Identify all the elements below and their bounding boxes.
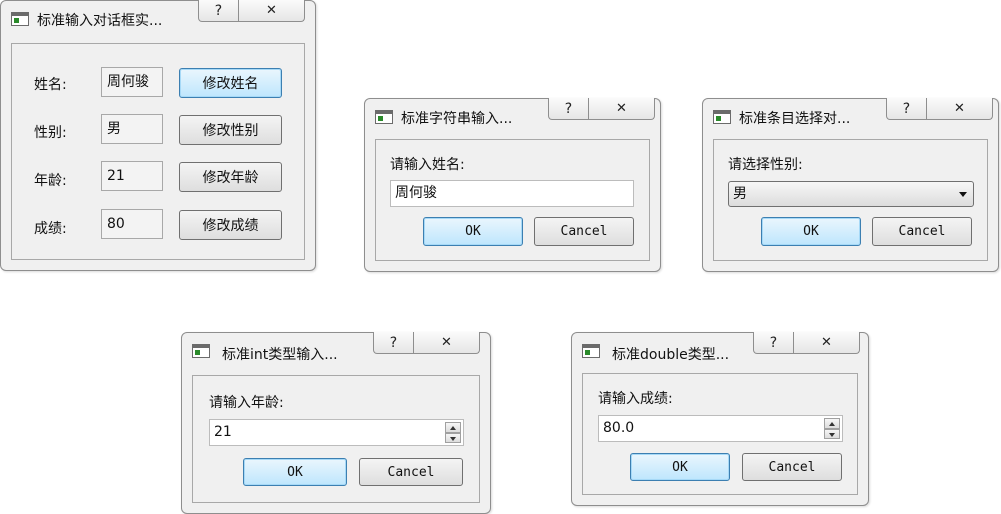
close-icon[interactable]: ✕ xyxy=(588,98,654,119)
app-window-icon xyxy=(713,110,731,124)
item-dialog-titlebar[interactable]: 标准条目选择对... ? ✕ xyxy=(703,98,998,135)
help-icon[interactable]: ? xyxy=(374,332,413,353)
gender-combobox-value: 男 xyxy=(733,186,747,202)
gender-combobox[interactable]: 男 xyxy=(728,181,974,207)
score-spinbox[interactable]: 80.0 xyxy=(598,415,843,442)
int-dialog-title: 标准int类型输入... xyxy=(222,347,338,363)
item-select-dialog: 标准条目选择对... ? ✕ 请选择性别: 男 OK Cancel xyxy=(702,98,999,272)
main-dialog-title-buttons: ? ✕ xyxy=(198,0,305,22)
gender-value: 男 xyxy=(101,114,163,144)
age-value: 21 xyxy=(101,161,163,191)
string-dialog-titlebar[interactable]: 标准字符串输入... ? ✕ xyxy=(365,98,660,135)
double-dialog-title-buttons: ? ✕ xyxy=(753,332,860,354)
double-input-dialog: 标准double类型... ? ✕ 请输入成绩: 80.0 OK Cancel xyxy=(571,332,869,506)
double-dialog-content: 请输入成绩: 80.0 OK Cancel xyxy=(582,373,858,495)
spin-down-icon[interactable] xyxy=(824,428,840,439)
ok-button[interactable]: OK xyxy=(243,458,347,486)
edit-gender-button[interactable]: 修改性别 xyxy=(179,115,282,145)
ok-button[interactable]: OK xyxy=(630,453,730,481)
app-window-icon xyxy=(582,344,600,358)
cancel-button[interactable]: Cancel xyxy=(359,458,463,486)
main-dialog: 标准输入对话框实... ? ✕ 姓名: 周何骏 修改姓名 性别: 男 修改性别 … xyxy=(0,0,316,271)
age-label: 年龄: xyxy=(34,173,67,189)
cancel-button[interactable]: Cancel xyxy=(872,217,972,246)
spin-up-icon[interactable] xyxy=(824,418,840,429)
age-spinbox-value: 21 xyxy=(214,424,232,440)
score-value: 80 xyxy=(101,209,163,239)
item-dialog-content: 请选择性别: 男 OK Cancel xyxy=(713,139,988,261)
score-spin-buttons xyxy=(824,418,840,439)
main-dialog-titlebar[interactable]: 标准输入对话框实... ? ✕ xyxy=(1,0,315,37)
int-dialog-content: 请输入年龄: 21 OK Cancel xyxy=(192,375,480,503)
gender-label: 性别: xyxy=(34,125,67,141)
help-icon[interactable]: ? xyxy=(887,98,926,119)
close-icon[interactable]: ✕ xyxy=(926,98,992,119)
int-input-dialog: 标准int类型输入... ? ✕ 请输入年龄: 21 OK Cancel xyxy=(181,332,491,514)
app-window-icon xyxy=(375,110,393,124)
help-icon[interactable]: ? xyxy=(199,0,238,21)
help-icon[interactable]: ? xyxy=(549,98,588,119)
item-dialog-title: 标准条目选择对... xyxy=(739,111,851,127)
item-prompt-label: 请选择性别: xyxy=(728,157,803,173)
cancel-button[interactable]: Cancel xyxy=(534,217,634,246)
main-dialog-content: 姓名: 周何骏 修改姓名 性别: 男 修改性别 年龄: 21 修改年龄 成绩: … xyxy=(11,43,305,260)
close-icon[interactable]: ✕ xyxy=(413,332,479,353)
string-input-dialog: 标准字符串输入... ? ✕ 请输入姓名: 周何骏 OK Cancel xyxy=(364,98,661,272)
string-dialog-title: 标准字符串输入... xyxy=(401,111,513,127)
close-icon[interactable]: ✕ xyxy=(238,0,304,21)
ok-button[interactable]: OK xyxy=(423,217,523,246)
app-window-icon xyxy=(11,12,29,26)
help-icon[interactable]: ? xyxy=(754,332,793,353)
double-prompt-label: 请输入成绩: xyxy=(598,391,673,407)
string-prompt-label: 请输入姓名: xyxy=(390,157,465,173)
main-dialog-title: 标准输入对话框实... xyxy=(37,13,163,29)
edit-score-button[interactable]: 修改成绩 xyxy=(179,210,282,240)
name-value: 周何骏 xyxy=(101,67,163,97)
spin-up-icon[interactable] xyxy=(445,422,461,433)
age-spin-buttons xyxy=(445,422,461,443)
name-label: 姓名: xyxy=(34,77,67,93)
spin-down-icon[interactable] xyxy=(445,432,461,443)
edit-name-button[interactable]: 修改姓名 xyxy=(179,68,282,98)
cancel-button[interactable]: Cancel xyxy=(742,453,842,481)
int-dialog-titlebar[interactable]: 标准int类型输入... ? ✕ xyxy=(182,332,490,369)
age-spinbox[interactable]: 21 xyxy=(209,419,464,446)
score-spinbox-value: 80.0 xyxy=(603,420,635,436)
string-dialog-title-buttons: ? ✕ xyxy=(548,98,655,120)
ok-button[interactable]: OK xyxy=(761,217,861,246)
edit-age-button[interactable]: 修改年龄 xyxy=(179,162,282,192)
int-dialog-title-buttons: ? ✕ xyxy=(373,332,480,354)
close-icon[interactable]: ✕ xyxy=(793,332,859,353)
int-prompt-label: 请输入年龄: xyxy=(209,395,284,411)
item-dialog-title-buttons: ? ✕ xyxy=(886,98,993,120)
double-dialog-title: 标准double类型... xyxy=(612,347,730,363)
app-window-icon xyxy=(192,344,210,358)
score-label: 成绩: xyxy=(34,221,67,237)
name-input[interactable]: 周何骏 xyxy=(390,180,634,207)
chevron-down-icon xyxy=(959,192,967,197)
double-dialog-titlebar[interactable]: 标准double类型... ? ✕ xyxy=(572,332,868,369)
string-dialog-content: 请输入姓名: 周何骏 OK Cancel xyxy=(375,139,650,261)
